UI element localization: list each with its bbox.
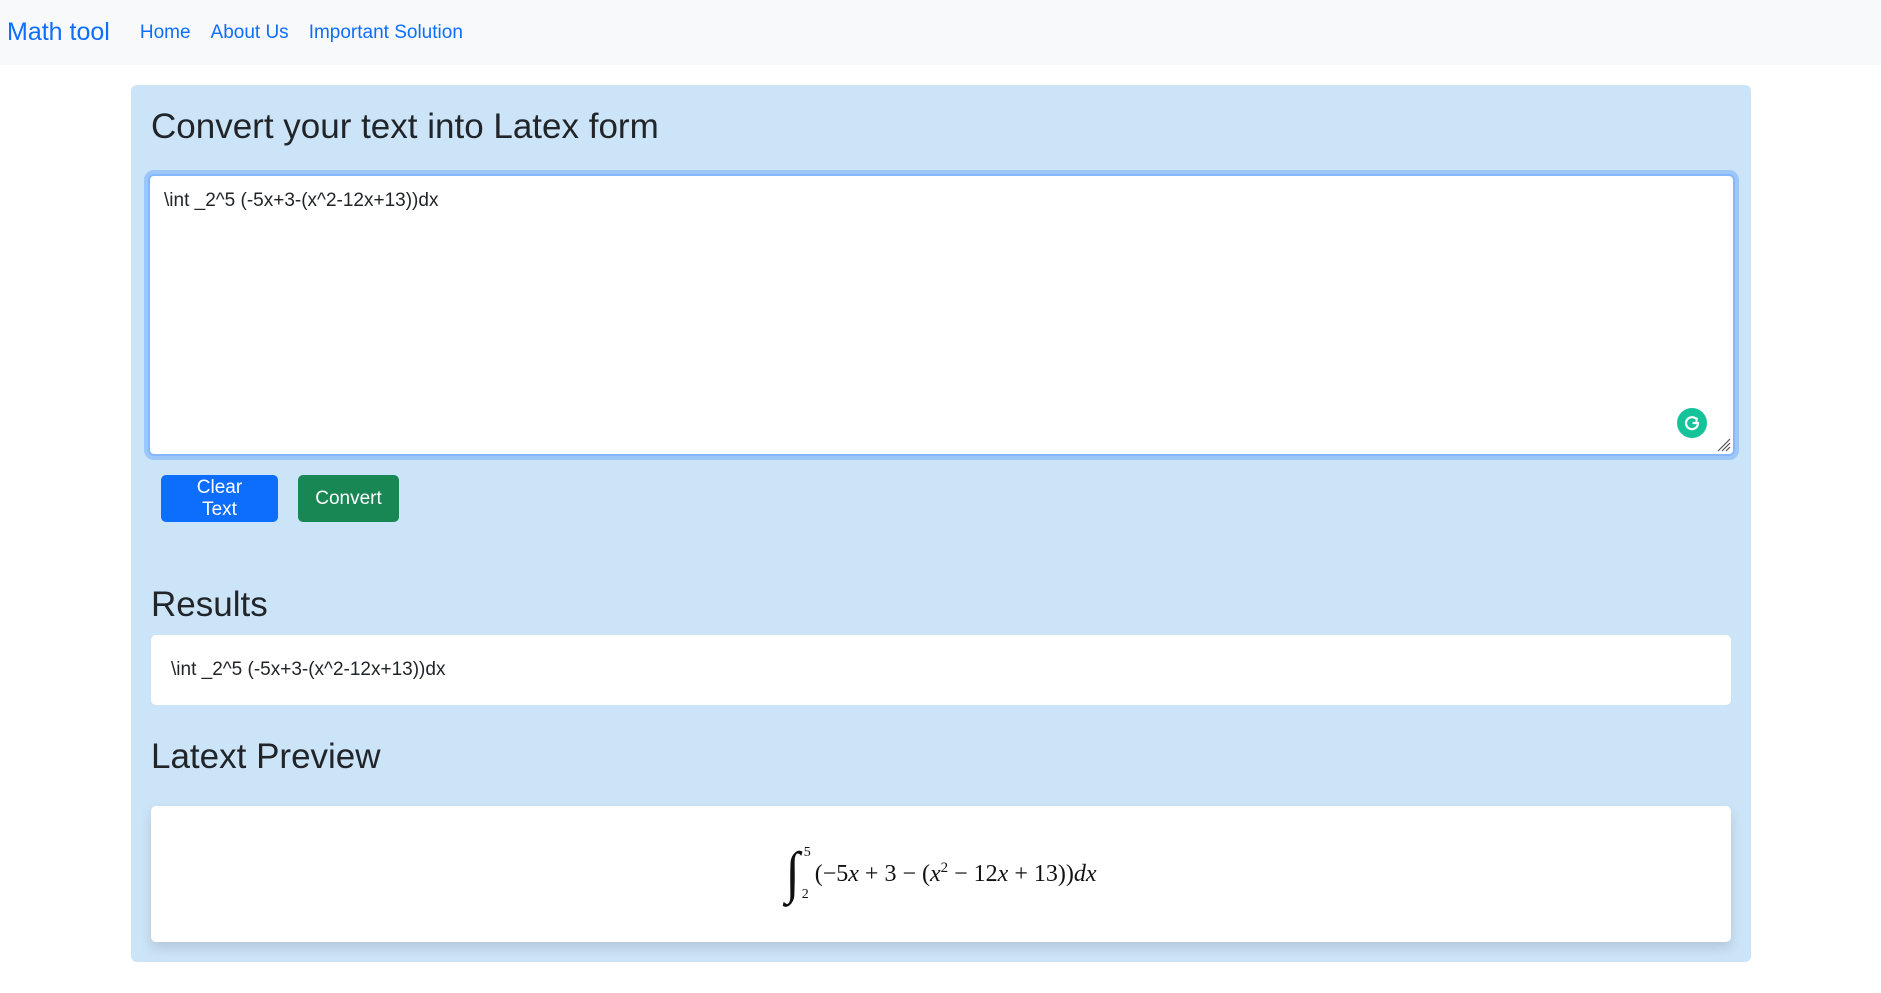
results-heading: Results (151, 585, 268, 624)
converter-panel: Convert your text into Latex form Clear … (131, 85, 1751, 962)
navbar: Math tool Home About Us Important Soluti… (0, 0, 1881, 65)
latex-input-wrapper (148, 174, 1735, 456)
results-text: \int _2^5 (-5x+3-(x^2-12x+13))dx (171, 659, 446, 680)
convert-button[interactable]: Convert (298, 475, 399, 522)
page-title: Convert your text into Latex form (151, 107, 659, 146)
expr-var: x (848, 861, 859, 887)
expr-var: x (929, 861, 941, 887)
latex-preview-box: ∫ 5 2 (−5x + 3 − (x2 − 12x + 13))dx (151, 806, 1731, 942)
expr-part: − 12 (948, 861, 998, 887)
brand-link[interactable]: Math tool (7, 18, 110, 47)
latex-input[interactable] (150, 176, 1733, 454)
integrand: (−5x + 3 − (x2 − 12x + 13))dx (815, 860, 1097, 888)
nav-link-home[interactable]: Home (140, 22, 191, 44)
integral-upper-limit: 5 (803, 845, 811, 860)
expr-part: (−5 (814, 861, 849, 887)
nav-link-important-solution[interactable]: Important Solution (309, 22, 463, 44)
clear-text-button[interactable]: Clear Text (161, 475, 278, 522)
resize-handle-icon[interactable] (1715, 436, 1731, 452)
integral-limits: 5 2 (802, 845, 811, 903)
latex-rendered-formula: ∫ 5 2 (−5x + 3 − (x2 − 12x + 13))dx (785, 845, 1096, 903)
results-box: \int _2^5 (-5x+3-(x^2-12x+13))dx (151, 635, 1731, 705)
expr-exponent: 2 (940, 860, 949, 876)
expr-part: + 13)) (1008, 861, 1074, 887)
expr-var: x (997, 861, 1009, 887)
expr-differential: dx (1073, 861, 1097, 887)
integral-lower-limit: 2 (801, 887, 809, 902)
preview-heading: Latext Preview (151, 737, 381, 776)
integral-sign-icon: ∫ (785, 842, 800, 905)
nav-link-about-us[interactable]: About Us (211, 22, 289, 44)
grammarly-icon[interactable] (1677, 408, 1707, 438)
expr-part: + 3 − ( (858, 861, 930, 887)
